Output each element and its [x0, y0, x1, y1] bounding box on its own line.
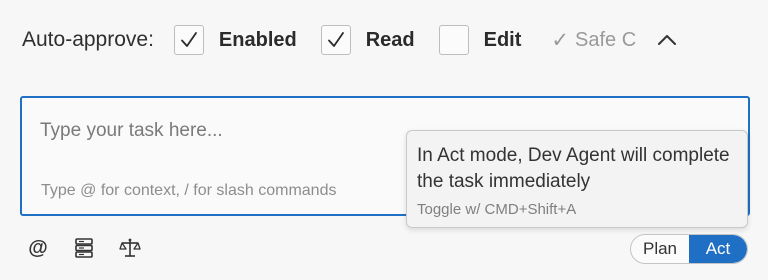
chevron-up-icon[interactable]: [654, 27, 680, 53]
safe-commands-option[interactable]: ✓ Safe C: [551, 28, 636, 53]
enabled-checkbox[interactable]: [173, 25, 204, 55]
enabled-label[interactable]: Enabled: [219, 29, 297, 52]
at-icon[interactable]: @: [26, 236, 50, 260]
checkmark-icon: ✓: [551, 28, 570, 52]
read-label[interactable]: Read: [366, 29, 415, 52]
plan-mode-button[interactable]: Plan: [631, 235, 689, 263]
auto-approve-label: Auto-approve:: [22, 28, 154, 51]
tooltip-shortcut: Toggle w/ CMD+Shift+A: [417, 201, 577, 218]
checkmark-icon: [181, 32, 197, 47]
scale-icon[interactable]: [118, 236, 142, 260]
input-toolbar: @: [26, 236, 164, 260]
mode-tooltip: In Act mode, Dev Agent will complete the…: [406, 130, 748, 228]
read-checkbox[interactable]: [320, 25, 351, 55]
safe-commands-label: Safe C: [575, 28, 637, 51]
server-icon[interactable]: [72, 236, 96, 260]
tooltip-message: In Act mode, Dev Agent will complete the…: [417, 145, 730, 192]
checkmark-icon: [327, 32, 344, 47]
edit-label[interactable]: Edit: [484, 29, 522, 52]
task-input-placeholder: Type your task here...: [40, 120, 223, 141]
task-input-hint: Type @ for context, / for slash commands: [41, 182, 337, 199]
edit-checkbox[interactable]: [438, 25, 469, 55]
auto-approve-bar: Auto-approve: Enabled Read Edit ✓ Safe C: [22, 22, 680, 58]
plan-act-toggle[interactable]: Plan Act: [630, 234, 748, 264]
act-mode-button[interactable]: Act: [689, 235, 747, 263]
